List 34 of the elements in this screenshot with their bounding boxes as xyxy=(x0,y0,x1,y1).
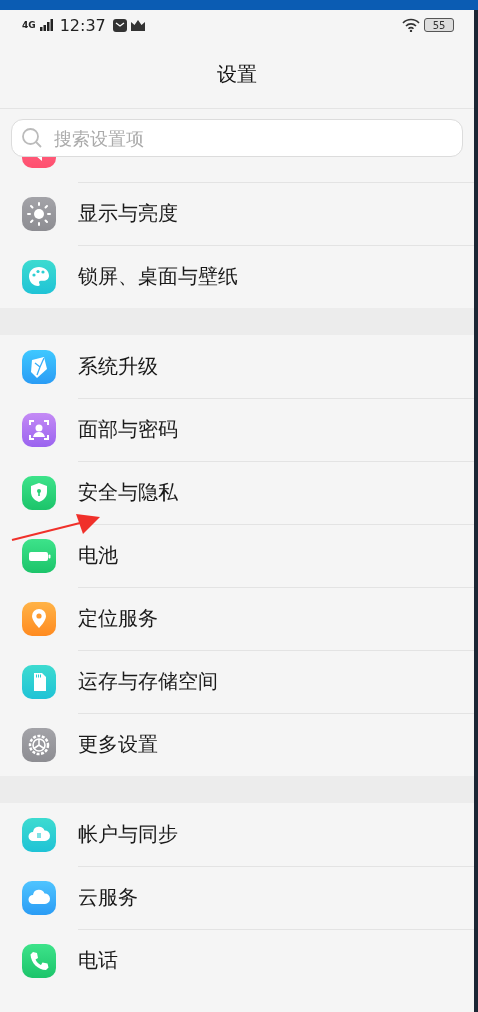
settings-item[interactable]: 云服务 xyxy=(78,884,474,911)
settings-item[interactable]: 运存与存储空间 xyxy=(78,668,474,695)
sd-card-icon xyxy=(22,664,56,699)
page-title: 设置 xyxy=(217,60,257,88)
settings-item[interactable]: 面部与密码 xyxy=(78,416,474,443)
settings-item[interactable]: 锁屏、桌面与壁纸 xyxy=(78,263,474,290)
settings-item[interactable]: 安全与隐私 xyxy=(78,479,474,506)
settings-item[interactable]: 帐户与同步 xyxy=(78,821,474,848)
shield-icon xyxy=(22,475,56,510)
location-pin-icon xyxy=(22,601,56,636)
palette-icon xyxy=(22,259,56,294)
settings-item[interactable]: 更多设置 xyxy=(78,731,474,758)
face-scan-icon xyxy=(22,412,56,447)
settings-item[interactable]: 显示与亮度 xyxy=(78,200,474,227)
cloud-icon xyxy=(22,817,56,852)
gear-icon xyxy=(22,727,56,762)
settings-item[interactable]: 电话 xyxy=(78,947,474,974)
settings-item[interactable]: 定位服务 xyxy=(78,605,474,632)
sun-icon xyxy=(22,196,56,231)
search-icon xyxy=(21,127,43,149)
cloud-icon xyxy=(22,880,56,915)
phone-icon xyxy=(22,943,56,978)
signal-icon xyxy=(39,19,54,31)
cube-icon xyxy=(22,349,56,384)
status-time: 12:37 xyxy=(59,15,106,35)
crown-icon xyxy=(130,19,145,31)
battery-level: 55 xyxy=(424,18,454,32)
wifi-icon xyxy=(402,18,420,32)
search-field[interactable]: 搜索设置项 xyxy=(11,119,463,157)
network-type: 4G xyxy=(22,20,36,30)
settings-item[interactable]: 系统升级 xyxy=(78,353,474,380)
message-icon xyxy=(112,18,127,32)
battery-icon xyxy=(22,538,56,573)
settings-item[interactable]: 电池 xyxy=(78,542,474,569)
